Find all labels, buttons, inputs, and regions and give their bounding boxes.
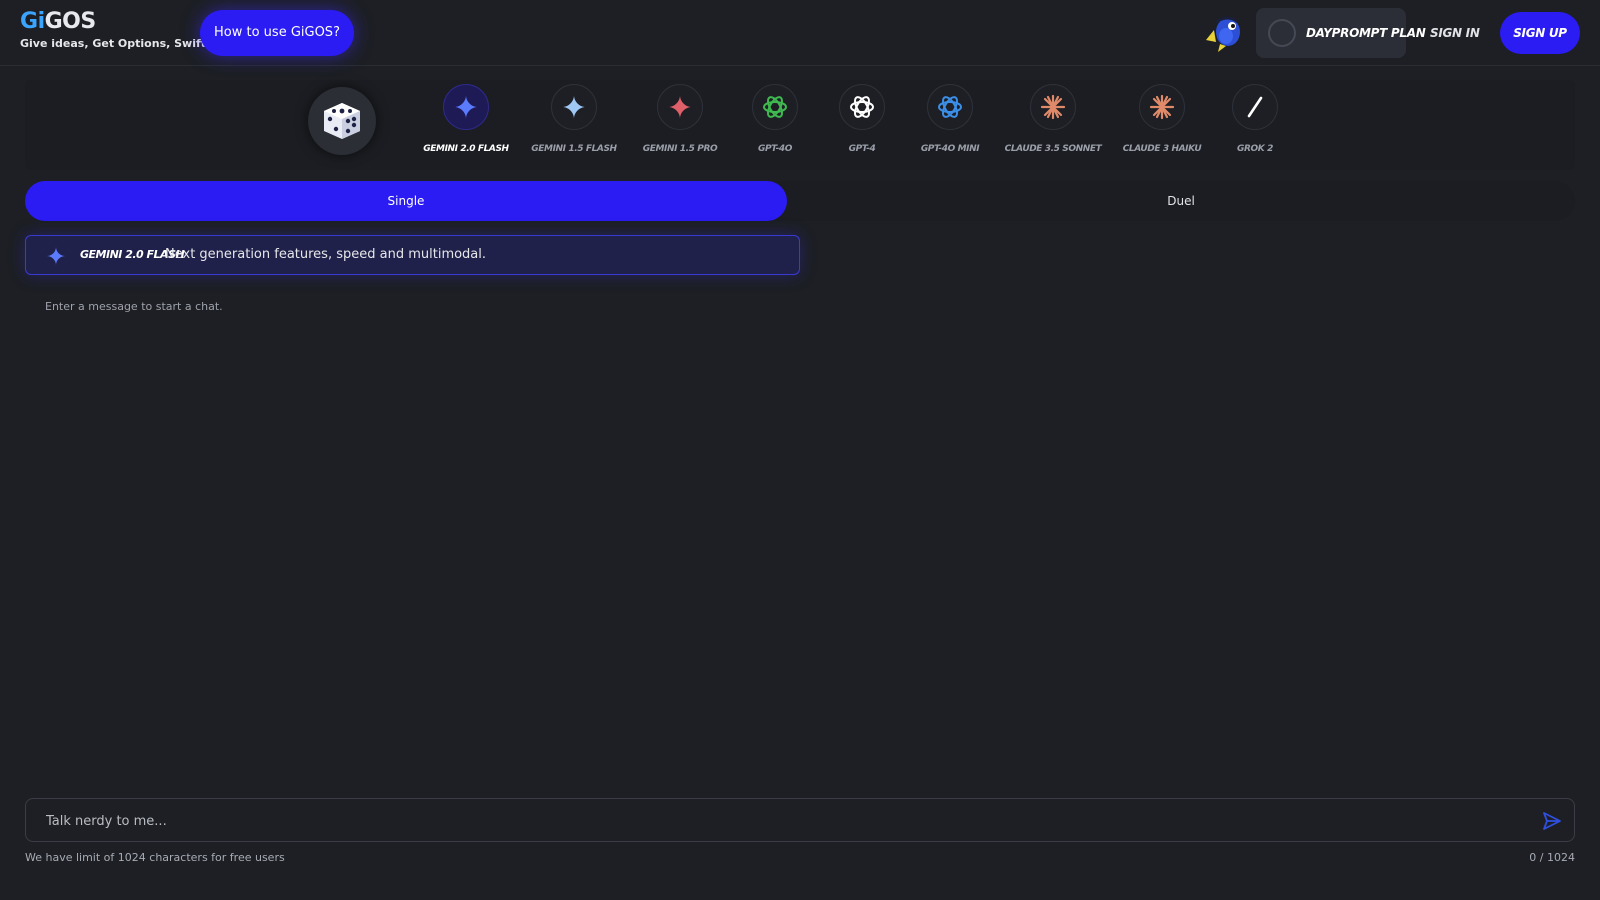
character-counter: 0 / 1024 — [1529, 851, 1575, 864]
tagline: Give ideas, Get Options, Swiftly — [20, 37, 217, 50]
model-gemini-1-5-flash[interactable]: Gemini 1.5 Flash — [519, 84, 629, 154]
gemini-icon — [454, 95, 478, 119]
message-composer — [25, 798, 1575, 843]
model-icon-circle — [551, 84, 597, 130]
model-icon-circle — [752, 84, 798, 130]
model-icon-circle — [1232, 84, 1278, 130]
model-icon-circle — [443, 84, 489, 130]
selected-model-card: Gemini 2.0 Flash Next generation feature… — [25, 235, 800, 275]
mode-toggle: Single Duel — [25, 181, 1575, 221]
sign-in-link[interactable]: Sign In — [1430, 20, 1480, 46]
mascot-fish-icon — [1206, 16, 1240, 52]
dice-icon — [324, 103, 360, 139]
send-icon[interactable] — [1542, 811, 1562, 831]
model-icon-circle — [1030, 84, 1076, 130]
tab-single[interactable]: Single — [25, 181, 787, 221]
model-gemini-1-5-pro[interactable]: Gemini 1.5 Pro — [625, 84, 735, 154]
claude-icon — [1149, 94, 1175, 120]
dayprompt-plan-button[interactable]: DayPrompt Plan — [1256, 8, 1426, 58]
gemini-icon — [46, 246, 66, 266]
how-to-use-button[interactable]: How to use GiGOS? — [200, 10, 354, 56]
model-selector: Gemini 2.0 Flash Gemini 1.5 Flash Gemini… — [25, 80, 1575, 170]
model-icon-circle — [839, 84, 885, 130]
plan-label: DayPrompt Plan — [1306, 26, 1426, 40]
gemini-icon — [668, 95, 692, 119]
top-header: GiGOS Give ideas, Get Options, Swiftly H… — [0, 0, 1600, 66]
openai-icon — [938, 96, 962, 118]
openai-icon — [850, 96, 874, 118]
model-icon-circle — [1139, 84, 1185, 130]
model-icon-circle — [927, 84, 973, 130]
openai-icon — [763, 96, 787, 118]
grok-icon — [1247, 96, 1263, 118]
model-icon-circle — [657, 84, 703, 130]
character-limit-note: We have limit of 1024 characters for fre… — [25, 851, 285, 864]
selected-model-description: Next generation features, speed and mult… — [165, 247, 487, 262]
empty-chat-message: Enter a message to start a chat. — [45, 300, 223, 313]
brand[interactable]: GiGOS Give ideas, Get Options, Swiftly — [20, 9, 217, 50]
plan-ring-icon — [1268, 19, 1296, 47]
sign-up-button[interactable]: Sign Up — [1500, 12, 1580, 54]
model-gpt-4o-mini[interactable]: GPT-4o mini — [895, 84, 1005, 154]
model-gemini-2-0-flash[interactable]: Gemini 2.0 Flash — [411, 84, 521, 154]
model-claude-3-5-sonnet[interactable]: Claude 3.5 Sonnet — [998, 84, 1108, 154]
claude-icon — [1040, 94, 1066, 120]
tab-duel[interactable]: Duel — [787, 181, 1575, 221]
model-grok-2[interactable]: Grok 2 — [1200, 84, 1310, 154]
gemini-icon — [562, 95, 586, 119]
gigos-logo[interactable]: GiGOS — [20, 9, 217, 35]
message-input[interactable] — [44, 799, 1518, 843]
random-model-button[interactable] — [308, 87, 376, 155]
